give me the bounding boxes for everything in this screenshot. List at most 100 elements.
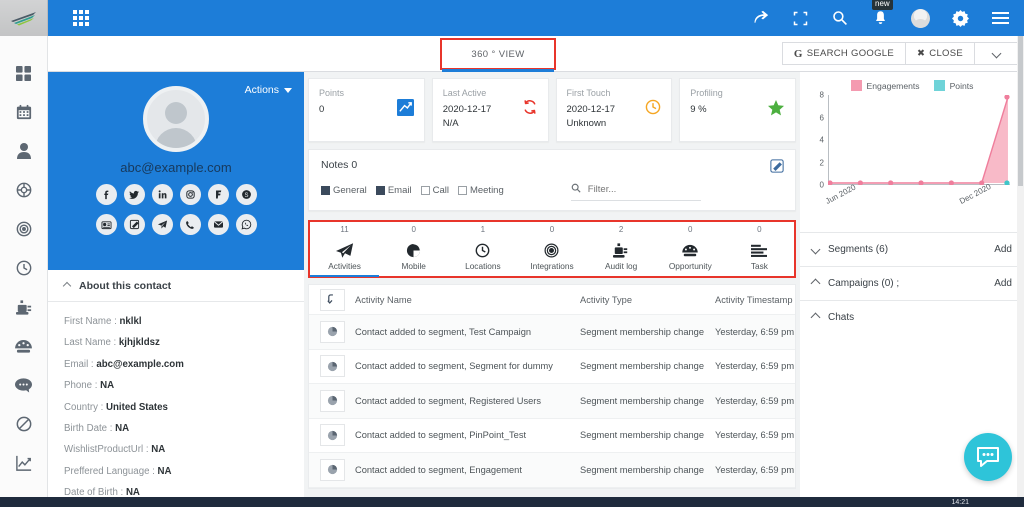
stat-card-first-touch[interactable]: First Touch 2020-12-17 Unknown [555, 78, 673, 142]
star-icon [767, 99, 785, 122]
linkedin-icon[interactable] [151, 184, 173, 205]
column-header-activity-timestamp[interactable]: Activity Timestamp [715, 295, 795, 305]
view-tab-container: 360 ° VIEW [440, 38, 556, 72]
facebook-icon[interactable] [95, 184, 117, 205]
tab-opportunity[interactable]: 0 Opportunity [656, 222, 725, 276]
points-chart-icon [396, 99, 414, 121]
accordion-segments[interactable]: Segments (6) Add [800, 232, 1024, 266]
pie-chart-icon [319, 458, 345, 481]
chat-widget-button[interactable] [964, 433, 1012, 481]
table-row[interactable]: Contact added to segment, Segment for du… [309, 350, 795, 384]
cell-activity-type: Segment membership change [580, 361, 705, 372]
more-options-button[interactable] [974, 42, 1018, 65]
legend-item-engagements[interactable]: Engagements [850, 80, 920, 91]
whatsapp-icon[interactable] [235, 214, 257, 235]
page-scrollbar[interactable] [1017, 36, 1024, 507]
stat-card-last-active[interactable]: Last Active 2020-12-17 N/A [431, 78, 549, 142]
vcard-icon[interactable] [95, 214, 117, 235]
actions-dropdown[interactable]: Actions [245, 84, 292, 96]
sub-toolbar-actions: G SEARCH GOOGLE ✖ CLOSE [781, 42, 1018, 65]
sidebar-item-chats[interactable] [11, 372, 37, 398]
tab-integrations[interactable]: 0 Integrations [517, 222, 586, 276]
checkbox-general[interactable]: General [321, 185, 367, 196]
edit-note-icon[interactable] [123, 214, 145, 235]
edit-pencil-icon[interactable] [770, 159, 784, 178]
menu-hamburger-icon[interactable] [990, 8, 1010, 28]
checkbox-box [420, 186, 430, 195]
sidebar-item-audit[interactable] [11, 294, 37, 320]
phone-icon[interactable] [179, 214, 201, 235]
cell-activity-type: Segment membership change [580, 430, 705, 441]
telegram-send-icon[interactable] [151, 214, 173, 235]
accordion-chats[interactable]: Chats [800, 300, 1024, 334]
about-this-contact-toggle[interactable]: About this contact [48, 270, 304, 302]
sidebar-item-segments[interactable] [11, 177, 37, 203]
sidebar-item-blocked[interactable] [11, 411, 37, 437]
tab-activities[interactable]: 11 Activities [310, 222, 380, 277]
lifebuoy-globe-icon [16, 182, 31, 198]
skype-icon[interactable]: S [235, 184, 257, 205]
sidebar-item-activity[interactable] [11, 255, 37, 281]
cell-activity-timestamp: Yesterday, 6:59 pm [715, 395, 795, 406]
accordion-campaigns[interactable]: Campaigns (0) ; Add [800, 266, 1024, 300]
cell-activity-name: Contact added to segment, Test Campaign [355, 326, 532, 337]
tab-mobile[interactable]: 0 Mobile [379, 222, 448, 276]
legend-swatch [933, 80, 945, 91]
twitter-icon[interactable] [123, 184, 145, 205]
sort-arrow-icon[interactable] [319, 288, 345, 311]
search-icon[interactable] [830, 8, 850, 28]
chart-series-svg [828, 95, 1010, 185]
checkbox-call[interactable]: Call [420, 185, 449, 196]
checkbox-meeting[interactable]: Meeting [457, 185, 504, 196]
app-logo[interactable] [0, 0, 48, 36]
profile-hero: Actions abc@example.com S [48, 72, 304, 270]
sidebar-item-campaigns[interactable] [11, 216, 37, 242]
tab-audit-log[interactable]: 2 Audit log [587, 222, 656, 276]
avatar[interactable] [910, 8, 930, 28]
chat-bubble-icon [15, 378, 32, 393]
tab-360-view[interactable]: 360 ° VIEW [440, 38, 556, 70]
add-campaign-button[interactable]: Add [994, 278, 1012, 289]
legend-item-points[interactable]: Points [933, 80, 973, 91]
x-tick-end: Dec 2020 [958, 181, 993, 206]
sidebar-item-contacts[interactable] [11, 138, 37, 164]
checkbox-email[interactable]: Email [375, 185, 412, 196]
table-row[interactable]: Contact added to segment, Engagement Seg… [309, 453, 795, 488]
close-button[interactable]: ✖ CLOSE [905, 42, 975, 65]
envelope-icon[interactable] [207, 214, 229, 235]
tab-count: 2 [618, 225, 624, 234]
sidebar-item-dashboard[interactable] [11, 60, 37, 86]
fullscreen-icon[interactable] [790, 8, 810, 28]
target-rings-icon [544, 242, 559, 258]
notifications-bell-icon[interactable]: new [870, 0, 893, 28]
table-row[interactable]: Contact added to segment, Test Campaign … [309, 315, 795, 350]
table-row[interactable]: Contact added to segment, Registered Use… [309, 384, 795, 419]
search-input[interactable] [587, 183, 701, 195]
main-content: Points 0 Last Active 2020-12-17 N/A Firs… [304, 72, 800, 507]
cell-activity-timestamp: Yesterday, 6:59 pm [715, 430, 795, 441]
column-header-activity-name[interactable]: Activity Name [355, 295, 580, 305]
share-icon[interactable] [750, 8, 770, 28]
cell-activity-name: Contact added to segment, Segment for du… [355, 361, 553, 372]
sidebar-item-reports[interactable] [11, 450, 37, 476]
settings-gear-icon[interactable] [950, 8, 970, 28]
table-row[interactable]: Contact added to segment, PinPoint_Test … [309, 419, 795, 453]
sidebar-item-calendar[interactable] [11, 99, 37, 125]
gauge-icon [15, 339, 32, 353]
tab-task[interactable]: 0 Task [725, 222, 794, 276]
instagram-icon[interactable] [179, 184, 201, 205]
clock-icon [645, 99, 661, 120]
contact-field: Preffered Language : NA [64, 465, 172, 477]
add-segment-button[interactable]: Add [994, 244, 1012, 255]
apps-grid-icon[interactable] [73, 10, 89, 26]
card-title: Points [319, 88, 345, 98]
stat-card-points[interactable]: Points 0 [308, 78, 425, 142]
column-header-activity-type[interactable]: Activity Type [580, 295, 715, 305]
foursquare-icon[interactable] [207, 184, 229, 205]
stat-card-profiling[interactable]: Profiling 9 % [679, 78, 796, 142]
tab-locations[interactable]: 1 Locations [448, 222, 517, 276]
sidebar-item-opportunity[interactable] [11, 333, 37, 359]
activities-table: Activity Name Activity Type Activity Tim… [308, 284, 796, 489]
new-badge: new [872, 0, 893, 10]
search-google-button[interactable]: G SEARCH GOOGLE [781, 42, 907, 65]
